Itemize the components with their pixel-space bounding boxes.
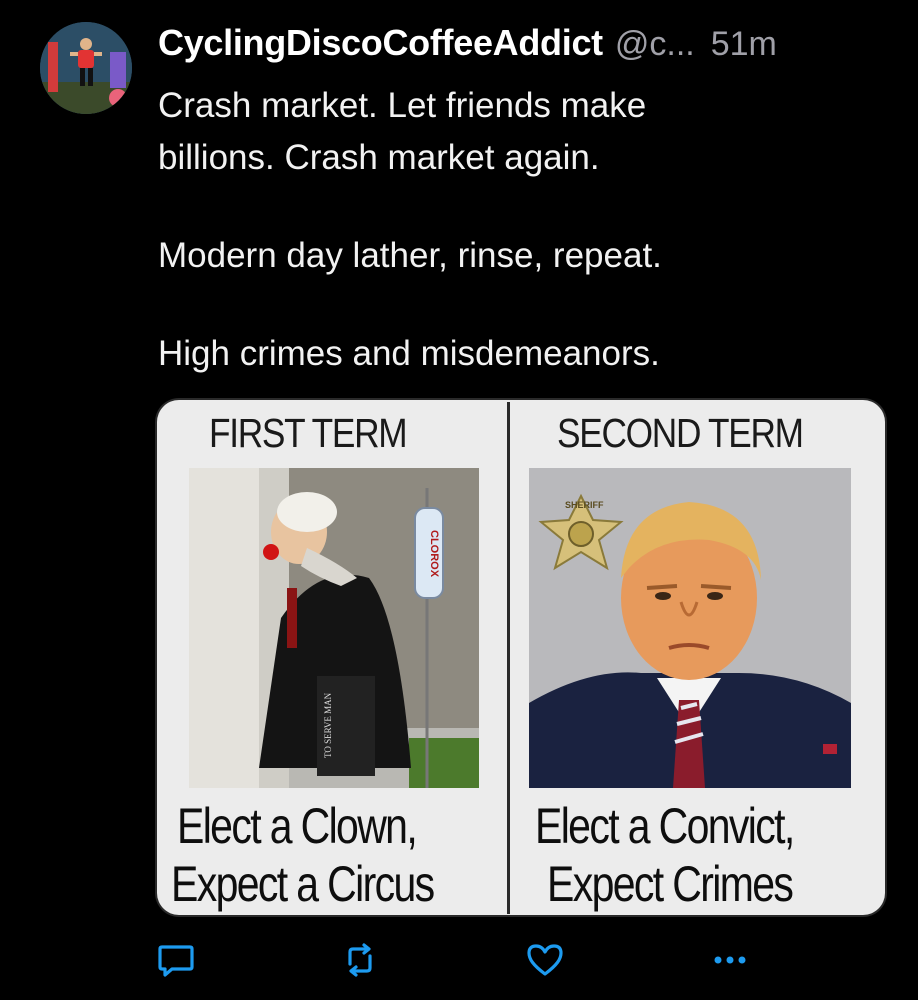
post-text-line: High crimes and misdemeanors.: [158, 334, 660, 373]
more-options-button[interactable]: [710, 940, 750, 980]
left-panel-title: FIRST TERM: [209, 410, 408, 456]
ellipsis-icon: [714, 956, 746, 964]
repost-arrows-icon: [348, 943, 372, 977]
right-caption-line-2: Expect Crimes: [547, 856, 794, 912]
post-text: Crash market. Let friends make billions.…: [158, 80, 878, 380]
author-avatar[interactable]: [40, 22, 132, 114]
clown-photo: CLOROX TO SERVE MAN: [189, 468, 479, 788]
cyclist-avatar-icon: [40, 22, 132, 114]
like-button[interactable]: [525, 940, 565, 980]
heart-icon: [527, 944, 563, 976]
post-text-line: Crash market. Let friends make: [158, 86, 647, 125]
right-caption-line-1: Elect a Convict,: [535, 798, 795, 854]
badge-label: SHERIFF: [565, 500, 604, 510]
repost-button[interactable]: [340, 940, 380, 980]
post-text-line: Modern day lather, rinse, repeat.: [158, 236, 662, 275]
left-caption-line-2: Expect a Circus: [171, 856, 435, 912]
post-text-line: billions. Crash market again.: [158, 138, 600, 177]
panel-divider: [507, 402, 510, 914]
speech-bubble-icon: [158, 945, 194, 977]
mugshot-photo: SHERIFF: [529, 468, 851, 788]
folder-label: TO SERVE MAN: [323, 692, 333, 758]
author-handle[interactable]: @c...: [615, 25, 695, 64]
post-timestamp[interactable]: 51m: [711, 25, 777, 64]
post-media-image[interactable]: FIRST TERM SECOND TERM CLOROX TO SERVE M…: [157, 400, 885, 915]
post-action-bar: [0, 940, 918, 980]
reply-button[interactable]: [156, 940, 196, 980]
post-header: CyclingDiscoCoffeeAddict @c... 51m: [158, 22, 888, 72]
right-panel-title: SECOND TERM: [557, 410, 804, 456]
iv-bag-label: CLOROX: [428, 530, 440, 578]
left-caption-line-1: Elect a Clown,: [177, 798, 418, 854]
author-display-name[interactable]: CyclingDiscoCoffeeAddict: [158, 22, 603, 64]
